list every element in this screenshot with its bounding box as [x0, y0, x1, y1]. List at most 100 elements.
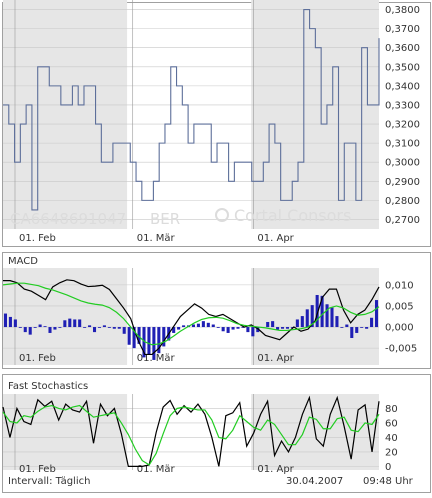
panel-title: Fast Stochastics: [8, 381, 88, 392]
chart-svg: 0,2700 0,2800 0,2900 0,3000 0,3100 0,3200 0,33…: [2, 0, 431, 493]
y-tick-label: 0,005: [385, 301, 414, 312]
histogram-bar: [276, 327, 280, 330]
histogram-bar: [58, 327, 62, 328]
histogram-bar: [112, 327, 116, 329]
histogram-bar: [300, 316, 304, 328]
histogram-bar: [147, 327, 151, 355]
histogram-bar: [68, 318, 72, 328]
x-tick-label: 01. Feb: [19, 233, 56, 244]
histogram-bar: [246, 327, 250, 333]
histogram-bar: [73, 319, 77, 328]
histogram-bar: [211, 324, 215, 328]
month-shade: [251, 268, 379, 365]
histogram-bar: [177, 327, 181, 330]
panel-title: MACD: [8, 256, 38, 267]
histogram-bar: [38, 324, 42, 328]
y-tick-label: 0,3100: [385, 139, 420, 150]
histogram-bar: [350, 327, 354, 339]
histogram-bar: [102, 325, 106, 328]
y-tick-label: -0,005: [385, 344, 417, 355]
histogram-bar: [152, 327, 156, 360]
histogram-bar: [206, 322, 210, 328]
histogram-bar: [122, 327, 126, 334]
histogram-bar: [78, 319, 82, 328]
histogram-bar: [28, 327, 32, 335]
histogram-bar: [335, 316, 339, 328]
histogram-bar: [360, 327, 364, 328]
histogram-bar: [97, 327, 102, 328]
histogram-bar: [345, 324, 349, 328]
histogram-bar: [325, 304, 329, 328]
footer-time: 09:48 Uhr: [363, 476, 414, 487]
watermark-isin: CA6648691047: [10, 210, 126, 228]
y-tick-label: 0,3600: [385, 43, 420, 54]
y-tick-label: 0,3400: [385, 81, 420, 92]
x-tick-label: 01. Apr: [257, 464, 294, 475]
y-tick-label: 0,3800: [385, 5, 420, 16]
histogram-bar: [374, 300, 379, 328]
histogram-bar: [117, 327, 121, 329]
histogram-bar: [280, 327, 285, 329]
histogram-bar: [92, 327, 97, 333]
histogram-bar: [63, 320, 67, 328]
x-tick-label: 01. Apr: [257, 353, 294, 364]
histogram-bar: [201, 321, 205, 328]
histogram-bar: [83, 327, 87, 328]
histogram-bar: [251, 327, 255, 337]
y-tick-label: 0: [385, 462, 391, 473]
histogram-bar: [330, 307, 334, 328]
month-shade: [3, 268, 128, 365]
histogram-bar: [53, 327, 57, 330]
histogram-bar: [355, 327, 359, 333]
histogram-bar: [8, 316, 12, 328]
histogram-bar: [271, 321, 275, 328]
histogram-bar: [216, 327, 220, 328]
histogram-bar: [236, 327, 240, 329]
x-tick-label: 01. Apr: [257, 233, 294, 244]
interval-label: Intervall: Täglich: [8, 476, 90, 487]
histogram-bar: [295, 319, 299, 328]
x-tick-label: 01. Mär: [137, 233, 176, 244]
histogram-bar: [221, 327, 225, 332]
histogram-bar: [182, 325, 186, 328]
histogram-bar: [370, 317, 374, 328]
histogram-bar: [33, 327, 37, 328]
histogram-bar: [48, 327, 52, 333]
histogram-bar: [226, 327, 230, 333]
watermark-brand: Cortal Consors: [234, 206, 351, 225]
y-tick-label: 0,3200: [385, 120, 420, 131]
histogram-bar: [43, 326, 47, 328]
y-tick-label: 20: [385, 447, 398, 458]
y-tick-label: 80: [385, 404, 398, 415]
histogram-bar: [13, 319, 17, 328]
x-tick-label: 01. Mär: [137, 464, 176, 475]
y-tick-label: 0,3700: [385, 24, 420, 35]
y-tick-label: 40: [385, 433, 398, 444]
month-shade: [3, 0, 128, 229]
histogram-bar: [127, 327, 131, 345]
histogram-bar: [340, 327, 344, 328]
histogram-bar: [191, 324, 196, 328]
x-tick-label: 01. Feb: [19, 353, 56, 364]
y-tick-label: 0,3500: [385, 62, 420, 73]
histogram-bar: [266, 321, 270, 328]
histogram-bar: [305, 309, 309, 328]
y-tick-label: 0,000: [385, 323, 414, 334]
watermark-exchange: BER: [150, 210, 180, 228]
histogram-bar: [3, 313, 8, 328]
y-tick-label: 60: [385, 418, 398, 429]
histogram-bar: [18, 327, 22, 328]
histogram-bar: [231, 327, 235, 330]
histogram-bar: [365, 327, 369, 329]
histogram-bar: [196, 323, 200, 328]
y-tick-label: 0,2800: [385, 196, 420, 207]
y-tick-label: 0,3000: [385, 158, 420, 169]
histogram-bar: [285, 327, 290, 329]
x-tick-label: 01. Feb: [19, 464, 56, 475]
y-tick-label: 0,2900: [385, 177, 420, 188]
histogram-bar: [107, 327, 111, 328]
histogram-bar: [88, 325, 92, 328]
y-tick-label: 0,2700: [385, 215, 420, 226]
y-tick-label: 0,3300: [385, 100, 420, 111]
chart-figure: 0,2700 0,2800 0,2900 0,3000 0,3100 0,3200 0,33…: [0, 0, 432, 494]
